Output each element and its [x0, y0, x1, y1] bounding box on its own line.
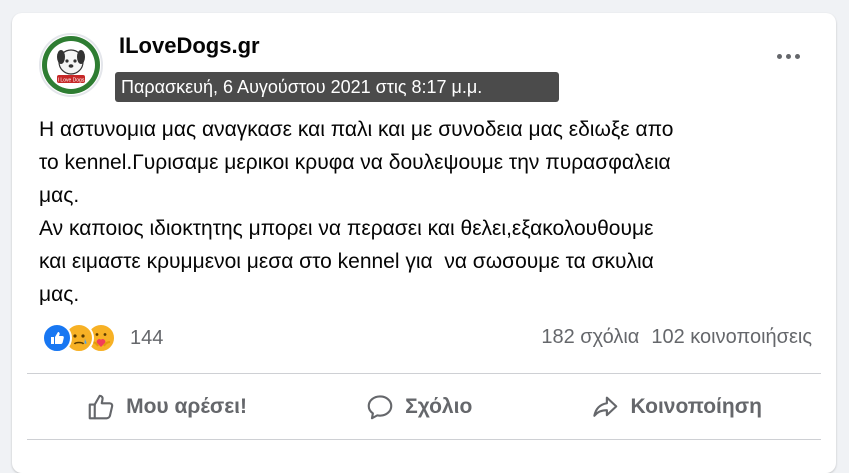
like-reaction-icon — [42, 323, 72, 353]
more-options-icon — [776, 53, 782, 59]
shares-count-link[interactable]: 102 κοινοποιήσεις — [651, 326, 812, 349]
post-actions-bar: Μου αρέσει! Σχόλιο Κοινοποίηση — [27, 375, 821, 439]
post-text: Η αστυνομια μας αναγκασε και παλι και με… — [39, 118, 674, 306]
reactions-summary[interactable]: 144 — [42, 320, 163, 356]
comments-count-link[interactable]: 182 σχόλια — [541, 326, 639, 349]
divider — [27, 373, 821, 374]
page-avatar[interactable]: I Love Dogs — [39, 33, 103, 97]
like-button-label: Μου αρέσει! — [126, 395, 247, 418]
divider-bottom — [27, 439, 821, 440]
like-button[interactable]: Μου αρέσει! — [72, 384, 261, 430]
thumbs-up-icon — [88, 394, 114, 420]
reaction-count: 144 — [130, 326, 164, 349]
engagement-stats: 182 σχόλια 102 κοινοποιήσεις — [541, 326, 812, 349]
dog-logo-icon: I Love Dogs — [42, 36, 100, 94]
comment-button[interactable]: Σχόλιο — [351, 384, 486, 430]
comment-button-label: Σχόλιο — [405, 395, 473, 418]
share-arrow-icon — [593, 396, 618, 417]
speech-bubble-icon — [367, 395, 393, 420]
share-button[interactable]: Κοινοποίηση — [576, 384, 775, 430]
timestamp-tooltip: Παρασκευή, 6 Αυγούστου 2021 στις 8:17 μ.… — [115, 72, 559, 102]
page-name-link[interactable]: ILoveDogs.gr — [119, 33, 260, 59]
post-card: I Love Dogs ILoveDogs.gr Παρασκευή, 6 Αυ… — [12, 13, 836, 473]
share-button-label: Κοινοποίηση — [630, 395, 762, 418]
more-options-button[interactable] — [770, 46, 806, 66]
logo-text: I Love Dogs — [58, 78, 85, 84]
